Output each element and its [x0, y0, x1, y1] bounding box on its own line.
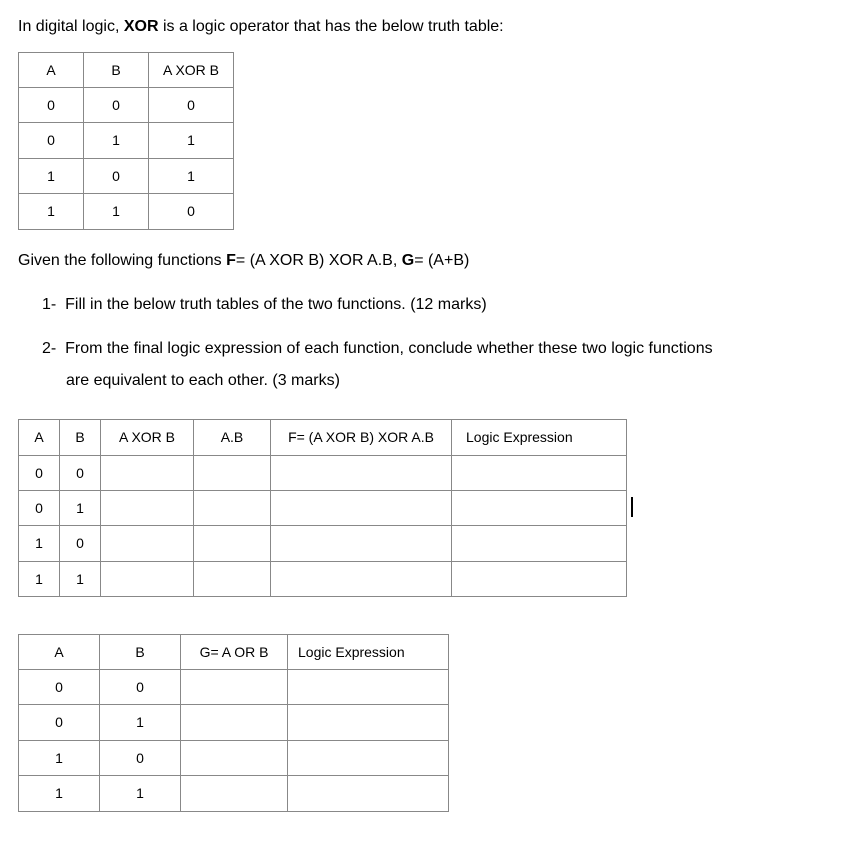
given-prefix: Given the following functions [18, 252, 226, 269]
g-label: G [402, 252, 414, 269]
q1-number: 1- [42, 296, 56, 313]
g-header-b: B [100, 634, 181, 669]
question-1: 1- Fill in the below truth tables of the… [42, 289, 829, 321]
table-row: 1 0 1 [19, 158, 234, 193]
table-row: 1 1 [19, 776, 449, 811]
g-truth-table: A B G= A OR B Logic Expression 0 0 0 1 1… [18, 634, 449, 812]
table-row: 1 1 0 [19, 194, 234, 229]
table-row: 0 0 [19, 455, 627, 490]
f-eq: = (A XOR B) XOR A.B, [236, 252, 402, 269]
q2-number: 2- [42, 340, 56, 357]
given-text: Given the following functions F= (A XOR … [18, 248, 829, 274]
table-row: 0 0 0 [19, 87, 234, 122]
intro-bold: XOR [124, 18, 159, 35]
g-header-a: A [19, 634, 100, 669]
xor-header-b: B [84, 52, 149, 87]
g-header-logicexpr: Logic Expression [288, 634, 449, 669]
question-2: 2- From the final logic expression of ea… [42, 333, 829, 397]
q2-text-a: From the final logic expression of each … [65, 340, 712, 357]
table-row: 0 1 [19, 705, 449, 740]
f-header-axorb: A XOR B [101, 420, 194, 455]
q2-text-b: are equivalent to each other. (3 marks) [66, 365, 829, 397]
text-cursor-icon [631, 497, 633, 517]
f-header-adotb: A.B [194, 420, 271, 455]
intro-prefix: In digital logic, [18, 18, 124, 35]
intro-text: In digital logic, XOR is a logic operato… [18, 14, 829, 40]
f-header-b: B [60, 420, 101, 455]
table-row: 1 0 [19, 740, 449, 775]
f-header-feq: F= (A XOR B) XOR A.B [271, 420, 452, 455]
table-row: 0 1 [19, 490, 627, 525]
f-header-logicexpr: Logic Expression [452, 420, 627, 455]
table-row: 1 1 [19, 561, 627, 596]
f-label: F [226, 252, 236, 269]
g-header-gor: G= A OR B [181, 634, 288, 669]
intro-suffix: is a logic operator that has the below t… [159, 18, 504, 35]
g-eq: = (A+B) [414, 252, 469, 269]
table-row: 1 0 [19, 526, 627, 561]
xor-truth-table: A B A XOR B 0 0 0 0 1 1 1 0 1 1 1 0 [18, 52, 234, 230]
xor-header-a: A [19, 52, 84, 87]
question-list: 1- Fill in the below truth tables of the… [42, 289, 829, 397]
f-header-a: A [19, 420, 60, 455]
table-row: 0 1 1 [19, 123, 234, 158]
xor-header-axorb: A XOR B [149, 52, 234, 87]
q1-text: Fill in the below truth tables of the tw… [65, 296, 487, 313]
table-row: 0 0 [19, 670, 449, 705]
f-truth-table: A B A XOR B A.B F= (A XOR B) XOR A.B Log… [18, 419, 627, 597]
